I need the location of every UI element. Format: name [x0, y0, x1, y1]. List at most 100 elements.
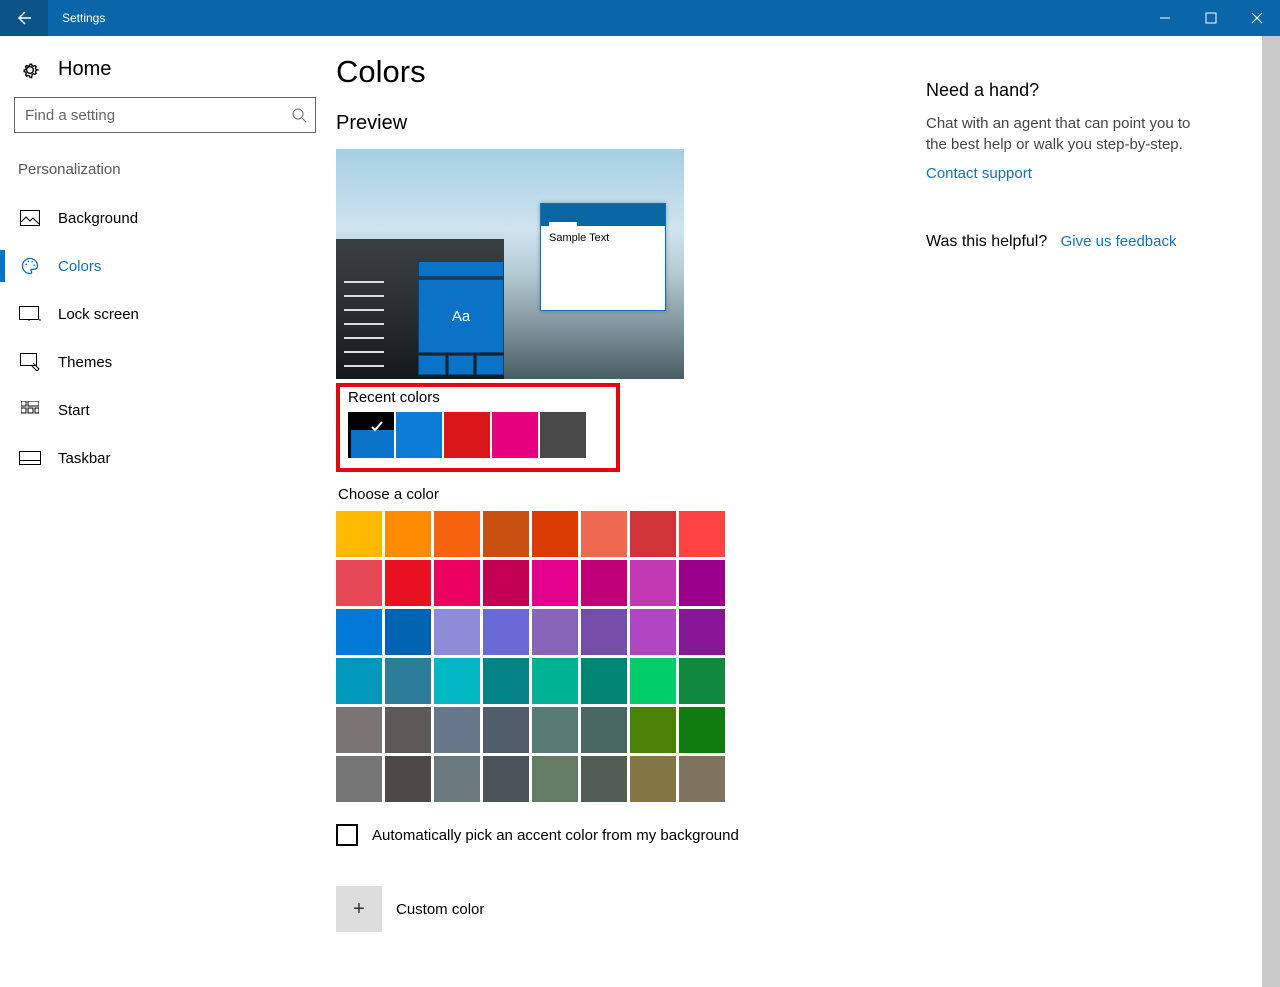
search-placeholder: Find a setting [25, 107, 115, 124]
sidebar-item-taskbar[interactable]: Taskbar [0, 434, 330, 482]
preview-pane: Aa Sample Text [336, 149, 684, 379]
palette-color-swatch[interactable] [483, 707, 529, 753]
picture-icon [18, 210, 42, 226]
palette-color-swatch[interactable] [434, 609, 480, 655]
palette-color-swatch[interactable] [385, 658, 431, 704]
home-button[interactable]: Home [0, 58, 330, 97]
palette-color-swatch[interactable] [483, 658, 529, 704]
recent-color-swatch[interactable] [396, 412, 442, 458]
plus-icon: + [336, 886, 382, 932]
recent-color-swatch[interactable] [540, 412, 586, 458]
contact-support-link[interactable]: Contact support [926, 165, 1032, 182]
main-content: Colors Preview Aa Sample Text Recent col… [330, 36, 1262, 987]
preview-window-text: Sample Text [541, 226, 665, 250]
recent-color-swatch[interactable] [492, 412, 538, 458]
recent-colors-label: Recent colors [348, 389, 608, 406]
taskbar-icon [18, 451, 42, 465]
palette-color-swatch[interactable] [532, 511, 578, 557]
choose-color-label: Choose a color [338, 486, 926, 503]
palette-color-swatch[interactable] [336, 707, 382, 753]
section-heading: Personalization [0, 161, 330, 188]
help-aside: Need a hand? Chat with an agent that can… [926, 48, 1216, 967]
feedback-link[interactable]: Give us feedback [1061, 233, 1177, 250]
palette-color-swatch[interactable] [336, 560, 382, 606]
checkbox-icon [336, 824, 358, 846]
palette-color-swatch[interactable] [434, 560, 480, 606]
palette-color-swatch[interactable] [679, 658, 725, 704]
palette-color-swatch[interactable] [581, 658, 627, 704]
palette-color-swatch[interactable] [679, 560, 725, 606]
maximize-icon [1205, 12, 1217, 24]
palette-color-swatch[interactable] [336, 609, 382, 655]
page-title: Colors [336, 54, 926, 90]
palette-color-swatch[interactable] [679, 756, 725, 802]
maximize-button[interactable] [1188, 0, 1234, 36]
sidebar: Home Find a setting Personalization Back… [0, 36, 330, 987]
palette-color-swatch[interactable] [581, 560, 627, 606]
palette-color-swatch[interactable] [630, 658, 676, 704]
custom-color-button[interactable]: + Custom color [336, 886, 926, 932]
search-icon [291, 107, 307, 123]
palette-color-swatch[interactable] [385, 707, 431, 753]
palette-color-swatch[interactable] [630, 609, 676, 655]
sidebar-item-themes[interactable]: Themes [0, 338, 330, 386]
auto-accent-checkbox[interactable]: Automatically pick an accent color from … [336, 824, 926, 846]
palette-color-swatch[interactable] [483, 756, 529, 802]
palette-color-swatch[interactable] [532, 560, 578, 606]
custom-color-label: Custom color [396, 901, 484, 918]
color-palette [336, 511, 736, 802]
palette-color-swatch[interactable] [483, 560, 529, 606]
preview-heading: Preview [336, 112, 926, 135]
palette-color-swatch[interactable] [679, 707, 725, 753]
palette-color-swatch[interactable] [336, 511, 382, 557]
palette-color-swatch[interactable] [630, 756, 676, 802]
palette-color-swatch[interactable] [434, 511, 480, 557]
palette-color-swatch[interactable] [532, 658, 578, 704]
need-hand-heading: Need a hand? [926, 80, 1196, 101]
close-icon [1251, 12, 1263, 24]
palette-color-swatch[interactable] [434, 707, 480, 753]
recent-colors-highlight: Recent colors [336, 383, 620, 472]
palette-color-swatch[interactable] [336, 756, 382, 802]
sidebar-item-lockscreen[interactable]: Lock screen [0, 290, 330, 338]
sidebar-item-start[interactable]: Start [0, 386, 330, 434]
palette-color-swatch[interactable] [532, 609, 578, 655]
palette-color-swatch[interactable] [483, 511, 529, 557]
palette-color-swatch[interactable] [581, 707, 627, 753]
sidebar-item-background[interactable]: Background [0, 194, 330, 242]
back-button[interactable] [0, 0, 48, 36]
preview-tile: Aa [418, 279, 504, 353]
palette-color-swatch[interactable] [434, 658, 480, 704]
palette-color-swatch[interactable] [581, 609, 627, 655]
palette-color-swatch[interactable] [385, 560, 431, 606]
monitor-icon [18, 306, 42, 322]
sidebar-item-label: Background [58, 210, 138, 227]
recent-color-swatch[interactable] [348, 412, 394, 458]
arrow-left-icon [16, 10, 32, 26]
palette-color-swatch[interactable] [336, 658, 382, 704]
palette-color-swatch[interactable] [630, 560, 676, 606]
palette-color-swatch[interactable] [385, 609, 431, 655]
sidebar-item-colors[interactable]: Colors [0, 242, 330, 290]
palette-color-swatch[interactable] [532, 756, 578, 802]
palette-color-swatch[interactable] [385, 511, 431, 557]
recent-color-swatch[interactable] [444, 412, 490, 458]
palette-icon [18, 256, 42, 276]
minimize-button[interactable] [1142, 0, 1188, 36]
search-input[interactable]: Find a setting [14, 97, 316, 133]
palette-color-swatch[interactable] [385, 756, 431, 802]
palette-color-swatch[interactable] [630, 511, 676, 557]
palette-color-swatch[interactable] [483, 609, 529, 655]
preview-window: Sample Text [540, 203, 666, 311]
palette-color-swatch[interactable] [532, 707, 578, 753]
helpful-text: Was this helpful? [926, 233, 1047, 250]
sidebar-item-label: Themes [58, 354, 112, 371]
palette-color-swatch[interactable] [679, 609, 725, 655]
palette-color-swatch[interactable] [434, 756, 480, 802]
palette-color-swatch[interactable] [581, 756, 627, 802]
palette-color-swatch[interactable] [581, 511, 627, 557]
sidebar-item-label: Taskbar [58, 450, 111, 467]
close-button[interactable] [1234, 0, 1280, 36]
palette-color-swatch[interactable] [630, 707, 676, 753]
palette-color-swatch[interactable] [679, 511, 725, 557]
